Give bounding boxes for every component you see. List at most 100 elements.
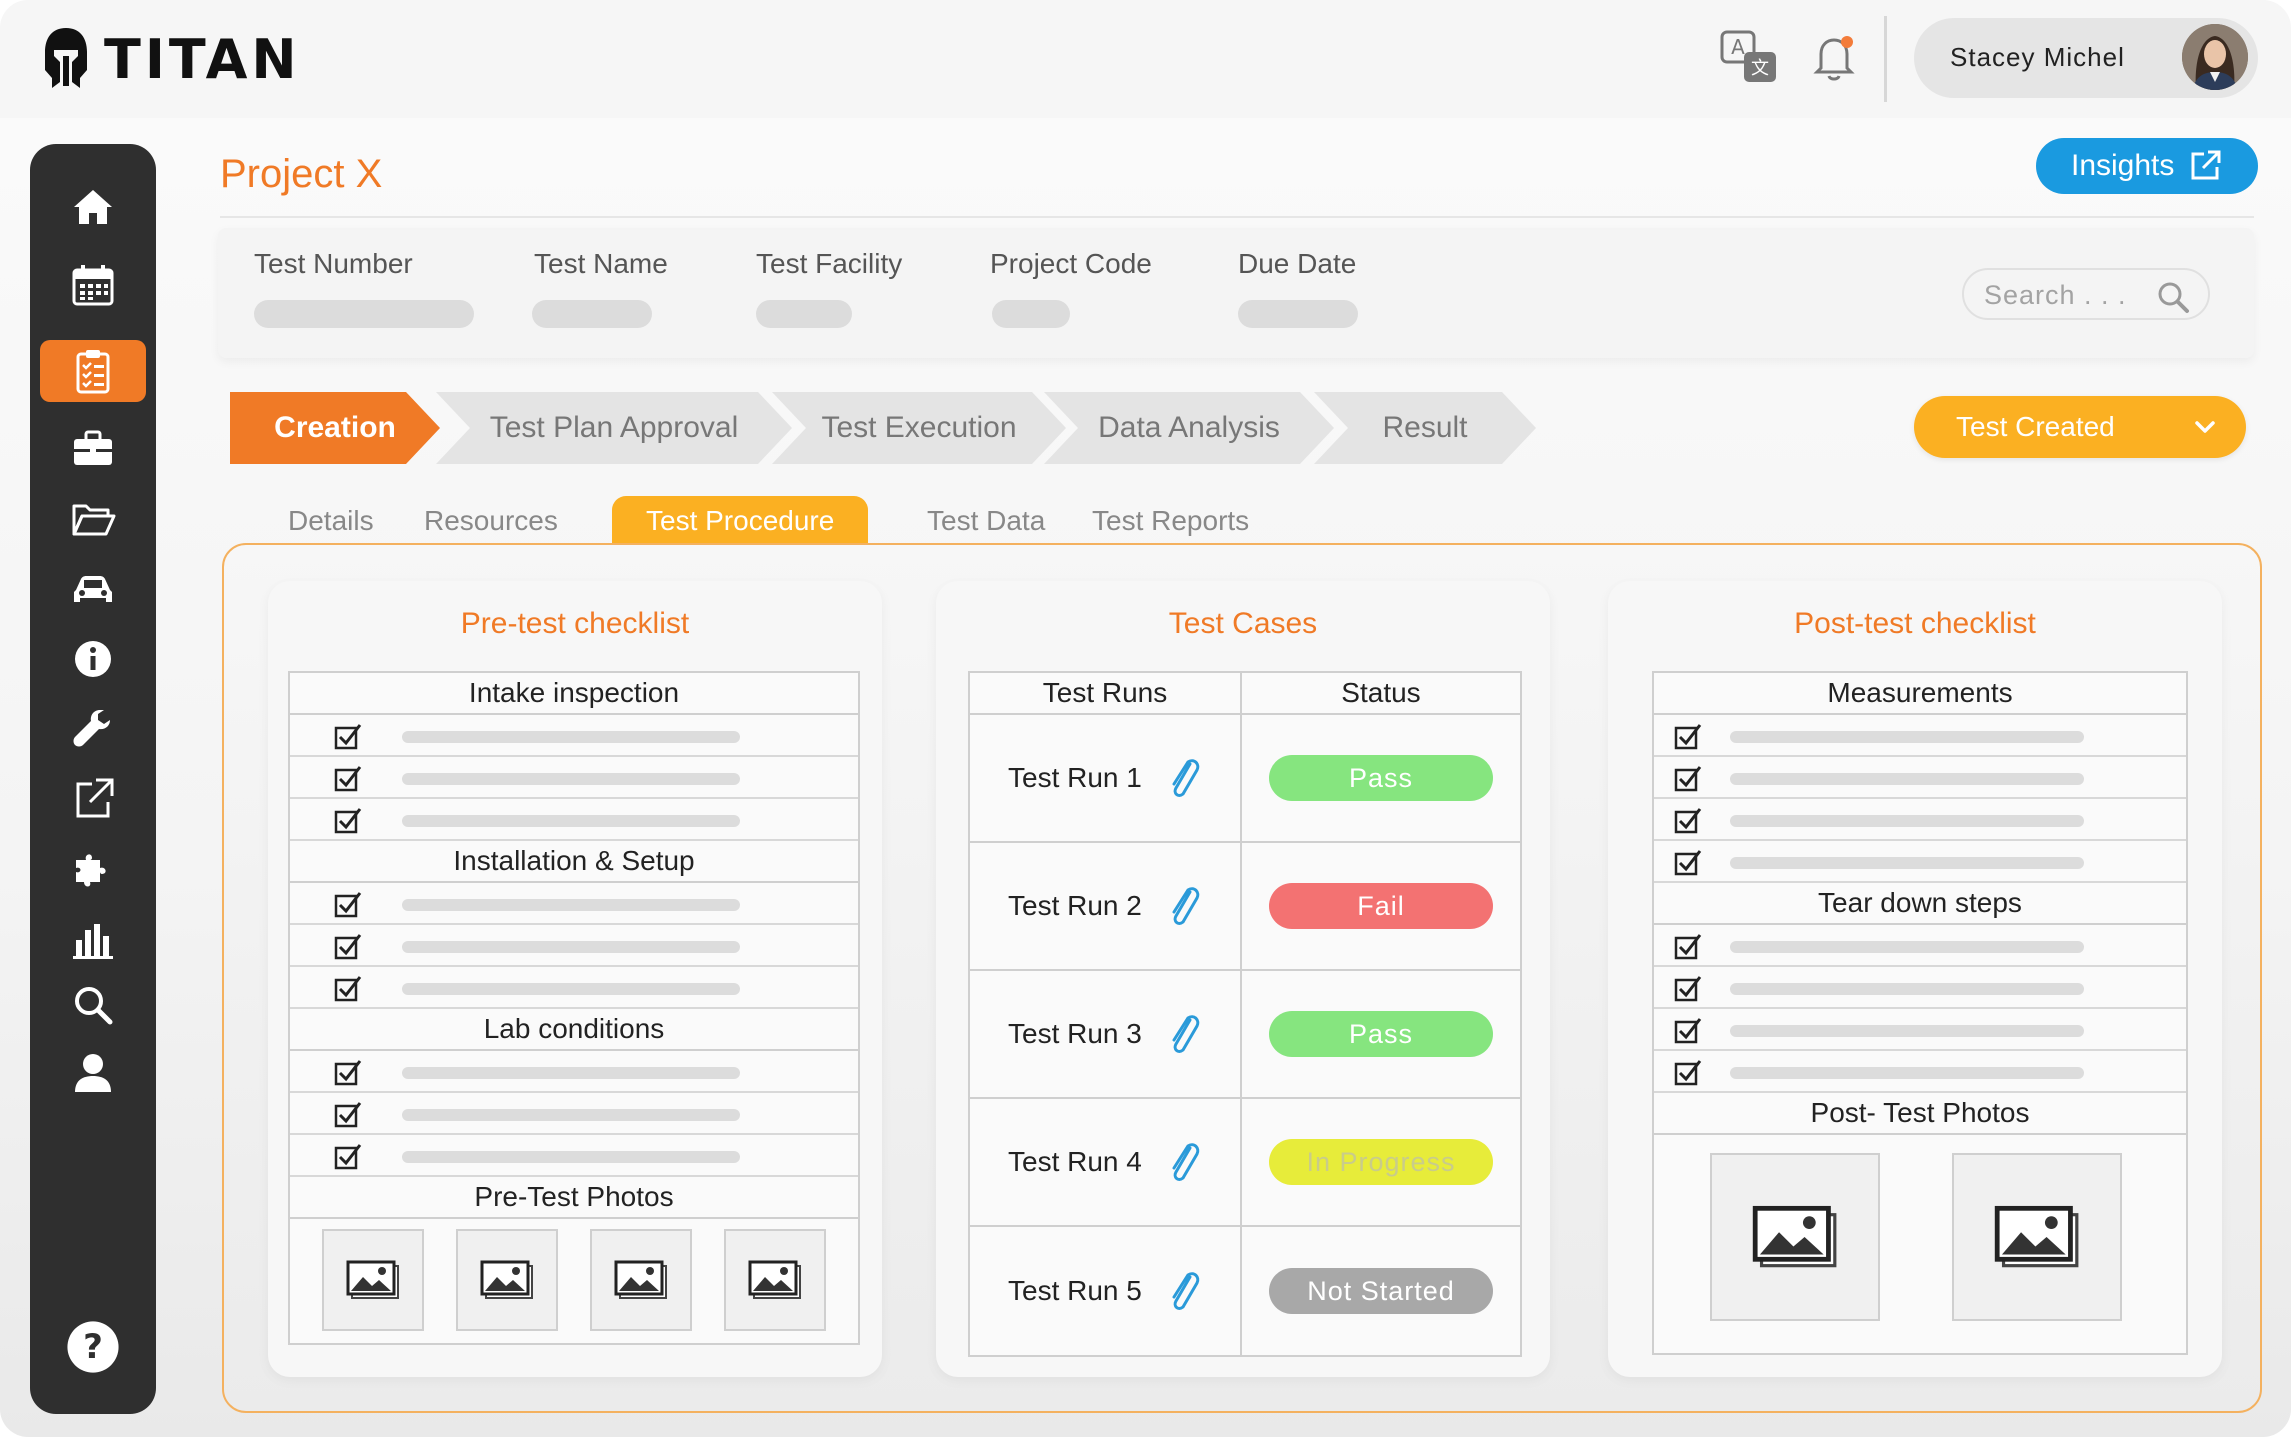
posttest-checklist-card: Post-test checklist Measurements Tear do… (1608, 581, 2222, 1377)
checklist-row (290, 799, 858, 841)
status-badge: Not Started (1269, 1268, 1493, 1314)
photo-thumbnail[interactable] (724, 1229, 826, 1331)
checklist-row (1654, 841, 2186, 883)
step-test-plan-approval[interactable]: Test Plan Approval (436, 392, 792, 464)
paperclip-icon[interactable] (1164, 880, 1204, 932)
field-test-number: Test Number (254, 248, 474, 328)
table-row[interactable]: Test Run 1 Pass (970, 715, 1520, 843)
table-row[interactable]: Test Run 2 Fail (970, 843, 1520, 971)
tab-resources[interactable]: Resources (424, 496, 558, 546)
test-run-name: Test Run 3 (1008, 1018, 1142, 1049)
checklist-item-placeholder (1730, 1067, 2084, 1079)
tab-test-procedure[interactable]: Test Procedure (612, 496, 869, 546)
test-status-dropdown[interactable]: Test Created (1914, 396, 2246, 458)
checkbox-checked-icon[interactable] (1674, 1016, 1702, 1044)
checklist-row (1654, 1009, 2186, 1051)
sidebar-item-search[interactable] (40, 974, 146, 1036)
test-status-label: Test Created (1956, 411, 2115, 442)
test-info-card: Test Number Test Name Test Facility Proj… (218, 228, 2254, 358)
checkbox-checked-icon[interactable] (334, 806, 362, 834)
checkbox-checked-icon[interactable] (1674, 806, 1702, 834)
field-project-code: Project Code (990, 248, 1152, 328)
sidebar-item-info[interactable] (40, 628, 146, 690)
checkbox-checked-icon[interactable] (334, 932, 362, 960)
checkbox-checked-icon[interactable] (334, 722, 362, 750)
paperclip-icon[interactable] (1164, 752, 1204, 804)
photo-thumbnail[interactable] (456, 1229, 558, 1331)
checkbox-checked-icon[interactable] (1674, 722, 1702, 750)
section-header: Measurements (1654, 673, 2186, 715)
photo-thumbnail[interactable] (1710, 1153, 1880, 1321)
sidebar-item-calendar[interactable] (40, 254, 146, 316)
bar-chart-icon (73, 924, 113, 959)
paperclip-icon[interactable] (1164, 1265, 1204, 1317)
field-value-placeholder (254, 300, 474, 328)
sidebar-item-analytics[interactable] (40, 908, 146, 970)
photo-thumbnail[interactable] (1952, 1153, 2122, 1321)
sidebar-item-integrations[interactable] (40, 838, 146, 900)
insights-button[interactable]: Insights (2036, 138, 2258, 194)
tab-test-reports[interactable]: Test Reports (1092, 496, 1249, 546)
status-badge: Pass (1269, 755, 1493, 801)
sidebar-item-profile[interactable] (40, 1042, 146, 1104)
step-test-execution[interactable]: Test Execution (772, 392, 1066, 464)
checkbox-checked-icon[interactable] (334, 1142, 362, 1170)
checklist-item-placeholder (402, 1151, 740, 1163)
test-run-name: Test Run 2 (1008, 890, 1142, 921)
search-field[interactable] (1962, 268, 2210, 320)
header-divider (1884, 16, 1887, 102)
avatar[interactable] (2182, 24, 2248, 90)
section-header: Intake inspection (290, 673, 858, 715)
checkbox-checked-icon[interactable] (334, 1058, 362, 1086)
sidebar-item-test-procedures[interactable] (40, 340, 146, 402)
step-data-analysis[interactable]: Data Analysis (1044, 392, 1334, 464)
translate-icon[interactable]: A 文 (1718, 28, 1780, 86)
sidebar-item-help[interactable]: ? (40, 1316, 146, 1378)
top-bar: TITAN A 文 Stacey Michel (0, 0, 2291, 118)
calendar-icon (72, 265, 114, 306)
test-run-name: Test Run 5 (1008, 1275, 1142, 1306)
checklist-item-placeholder (402, 773, 740, 785)
sidebar-item-export[interactable] (40, 768, 146, 830)
test-cases-card: Test Cases Test Runs Status Test Run 1 P… (936, 581, 1550, 1377)
search-icon[interactable] (2156, 280, 2190, 314)
paperclip-icon[interactable] (1164, 1008, 1204, 1060)
workflow-stepper: Creation Test Plan Approval Test Executi… (218, 386, 1618, 470)
checklist-item-placeholder (402, 1067, 740, 1079)
search-input[interactable] (1984, 278, 2144, 312)
sidebar-item-vehicles[interactable] (40, 558, 146, 620)
table-row[interactable]: Test Run 3 Pass (970, 971, 1520, 1099)
search-icon (75, 987, 113, 1025)
checkbox-checked-icon[interactable] (1674, 848, 1702, 876)
sidebar-item-projects[interactable] (40, 418, 146, 480)
table-row[interactable]: Test Run 5 Not Started (970, 1227, 1520, 1355)
sidebar-item-files[interactable] (40, 488, 146, 550)
photo-thumbnail[interactable] (590, 1229, 692, 1331)
checkbox-checked-icon[interactable] (1674, 932, 1702, 960)
svg-text:文: 文 (1751, 58, 1769, 79)
image-icon (1994, 1205, 2079, 1268)
checkbox-checked-icon[interactable] (334, 890, 362, 918)
checkbox-checked-icon[interactable] (334, 974, 362, 1002)
step-creation[interactable]: Creation (230, 392, 440, 464)
paperclip-icon[interactable] (1164, 1136, 1204, 1188)
wrench-icon (73, 710, 110, 747)
photo-thumbnail[interactable] (322, 1229, 424, 1331)
logo[interactable]: TITAN (42, 26, 301, 92)
checkbox-checked-icon[interactable] (1674, 1058, 1702, 1086)
checkbox-checked-icon[interactable] (334, 1100, 362, 1128)
tab-details[interactable]: Details (288, 496, 374, 546)
sidebar-item-tools[interactable] (40, 698, 146, 760)
step-result[interactable]: Result (1314, 392, 1536, 464)
checkbox-checked-icon[interactable] (1674, 974, 1702, 1002)
checkbox-checked-icon[interactable] (334, 764, 362, 792)
pretest-checklist-card: Pre-test checklist Intake inspection Ins… (268, 581, 882, 1377)
table-row[interactable]: Test Run 4 In Progress (970, 1099, 1520, 1227)
field-value-placeholder (532, 300, 652, 328)
checklist-row (290, 757, 858, 799)
checkbox-checked-icon[interactable] (1674, 764, 1702, 792)
bell-icon[interactable] (1803, 28, 1865, 86)
tab-test-data[interactable]: Test Data (927, 496, 1045, 546)
sidebar-item-home[interactable] (40, 176, 146, 238)
user-menu[interactable]: Stacey Michel (1914, 18, 2258, 98)
